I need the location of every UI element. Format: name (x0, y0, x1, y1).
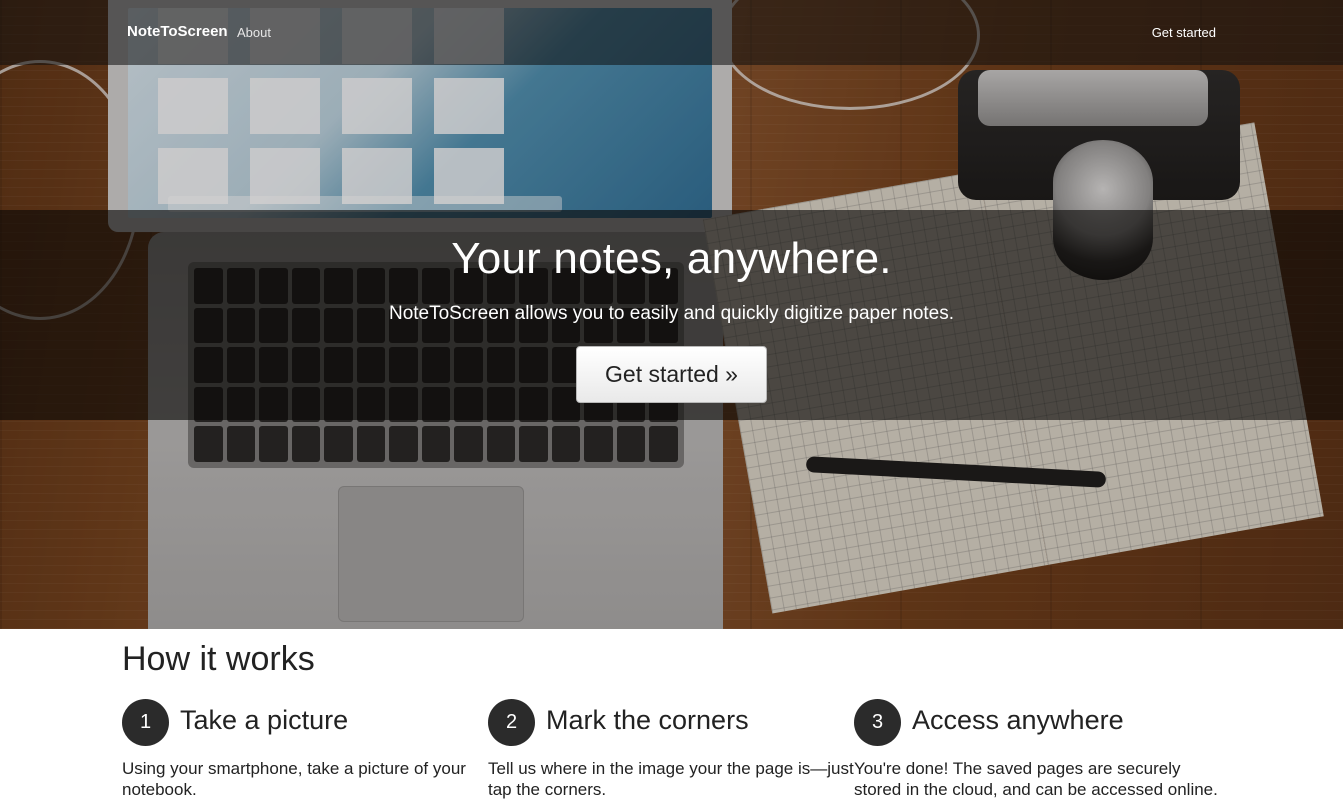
brand-link[interactable]: NoteToScreen (127, 23, 228, 40)
get-started-button[interactable]: Get started » (576, 346, 767, 403)
hero-jumbotron: Your notes, anywhere. NoteToScreen allow… (0, 210, 1343, 420)
step-description: Tell us where in the image your the page… (488, 759, 854, 799)
step-number-badge: 2 (488, 699, 535, 746)
step-description: Using your smartphone, take a picture of… (122, 759, 466, 799)
step-number-badge: 3 (854, 699, 901, 746)
step-heading: Mark the corners (546, 705, 749, 735)
step-heading: Take a picture (180, 705, 349, 735)
nav-link-get-started[interactable]: Get started (1152, 25, 1216, 40)
step-number-badge: 1 (122, 699, 169, 746)
step-description: You're done! The saved pages are securel… (854, 759, 1218, 799)
step-heading: Access anywhere (912, 705, 1124, 735)
hero-subtitle: NoteToScreen allows you to easily and qu… (388, 303, 955, 324)
hero-title: Your notes, anywhere. (451, 234, 892, 283)
nav-link-about[interactable]: About (237, 25, 271, 40)
how-it-works-heading: How it works (122, 640, 315, 678)
top-navbar: NoteToScreen About Get started (0, 0, 1343, 65)
